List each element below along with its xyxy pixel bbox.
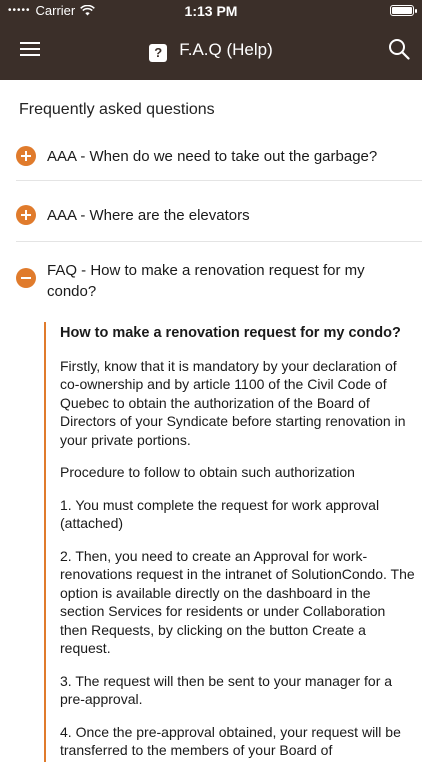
help-icon: ? xyxy=(149,44,168,62)
search-icon[interactable] xyxy=(388,38,410,60)
answer-paragraph: Procedure to follow to obtain such autho… xyxy=(60,464,355,480)
page-title-text: F.A.Q (Help) xyxy=(179,40,273,59)
divider xyxy=(16,180,422,181)
answer-paragraph: 3. The request will then be sent to your… xyxy=(60,672,393,708)
collapse-icon[interactable] xyxy=(16,268,36,288)
expand-icon[interactable] xyxy=(16,146,36,166)
answer-body: How to make a renovation request for my … xyxy=(60,322,416,774)
answer-paragraph: 4. Once the pre-approval obtained, your … xyxy=(60,723,401,759)
nav-bar: ? F.A.Q (Help) xyxy=(0,30,422,70)
faq-answer: How to make a renovation request for my … xyxy=(44,322,416,762)
app-header: ••••• Carrier 1:13 PM ? F.A.Q (Help) xyxy=(0,0,422,80)
faq-question[interactable]: AAA - When do we need to take out the ga… xyxy=(47,146,377,167)
answer-paragraph: 1. You must complete the request for wor… xyxy=(60,496,380,532)
answer-paragraph: 2. Then, you need to create an Approval … xyxy=(60,547,415,657)
answer-heading: How to make a renovation request for my … xyxy=(60,325,401,341)
expand-icon[interactable] xyxy=(16,205,36,225)
answer-paragraph: Firstly, know that it is mandatory by yo… xyxy=(60,357,406,448)
divider xyxy=(16,241,422,242)
battery-icon xyxy=(390,5,417,16)
section-title: Frequently asked questions xyxy=(19,101,215,118)
page-title: ? F.A.Q (Help) xyxy=(0,40,422,62)
status-bar: ••••• Carrier 1:13 PM xyxy=(0,0,422,22)
faq-question[interactable]: AAA - Where are the elevators xyxy=(47,205,250,226)
clock: 1:13 PM xyxy=(184,3,238,19)
faq-question[interactable]: FAQ - How to make a renovation request f… xyxy=(47,260,387,302)
